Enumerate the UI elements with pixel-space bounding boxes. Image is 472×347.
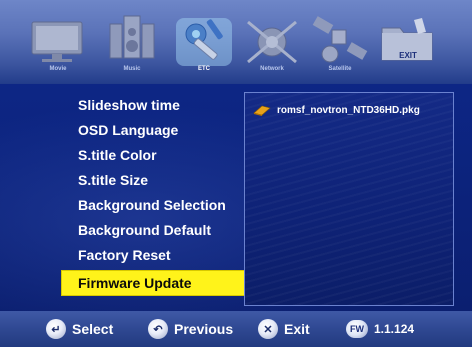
package-file-icon (253, 105, 271, 116)
return-icon: ↶ (148, 319, 168, 339)
top-menu-label: EXIT (399, 51, 417, 60)
file-list-panel: romsf_novtron_NTD36HD.pkg (244, 92, 454, 306)
folder-exit-icon (381, 18, 433, 61)
top-menu-item-network[interactable]: Network (238, 10, 306, 74)
screen: Movie Music ETC Network Satellite EXIT S… (0, 0, 472, 347)
file-name: romsf_novtron_NTD36HD.pkg (277, 104, 420, 116)
select-label: Select (72, 321, 114, 337)
top-menu-item-exit[interactable]: EXIT (374, 10, 442, 74)
select-hint[interactable]: ↵ Select (46, 319, 113, 339)
network-icon (247, 20, 297, 64)
menu-item-slideshow-time[interactable]: Slideshow time (62, 94, 242, 119)
menu-item-subtitle-color[interactable]: S.title Color (62, 144, 242, 169)
menu-item-background-default[interactable]: Background Default (62, 219, 242, 244)
fw-version-value: 1.1.124 (374, 322, 415, 336)
menu-item-factory-reset[interactable]: Factory Reset (62, 244, 242, 269)
top-menu-label: ETC (198, 66, 210, 72)
top-menu-bar: Movie Music ETC Network Satellite EXIT (0, 0, 472, 84)
fw-badge-icon: FW (346, 320, 368, 338)
satellite-icon (312, 16, 368, 63)
top-menu-label: Music (123, 66, 141, 72)
enter-icon: ↵ (46, 319, 66, 339)
menu-item-background-selection[interactable]: Background Selection (62, 194, 242, 219)
tools-icon (176, 18, 232, 66)
tv-icon (31, 21, 83, 62)
firmware-version: FW 1.1.124 (346, 320, 414, 338)
top-menu-item-satellite[interactable]: Satellite (306, 10, 374, 74)
settings-menu: Slideshow time OSD Language S.title Colo… (62, 94, 250, 295)
file-list-item[interactable]: romsf_novtron_NTD36HD.pkg (253, 103, 420, 117)
previous-label: Previous (174, 321, 234, 337)
exit-hint[interactable]: ✕ Exit (258, 319, 310, 339)
menu-item-osd-language[interactable]: OSD Language (62, 119, 242, 144)
footer-bar: ↵ Select ↶ Previous ✕ Exit FW 1.1.124 (0, 311, 472, 347)
previous-hint[interactable]: ↶ Previous (148, 319, 233, 339)
top-menu-label: Movie (49, 66, 67, 72)
top-menu-item-movie[interactable]: Movie (24, 10, 92, 74)
top-menu-item-etc[interactable]: ETC (170, 10, 238, 74)
menu-item-firmware-update[interactable]: Firmware Update (62, 271, 250, 295)
exit-label: Exit (284, 321, 310, 337)
top-menu-item-music[interactable]: Music (98, 10, 166, 74)
speaker-icon (109, 15, 155, 59)
tools-exit-icon: ✕ (258, 319, 278, 339)
top-menu-label: Network (260, 66, 284, 72)
top-menu-label: Satellite (328, 66, 352, 72)
menu-item-subtitle-size[interactable]: S.title Size (62, 169, 242, 194)
